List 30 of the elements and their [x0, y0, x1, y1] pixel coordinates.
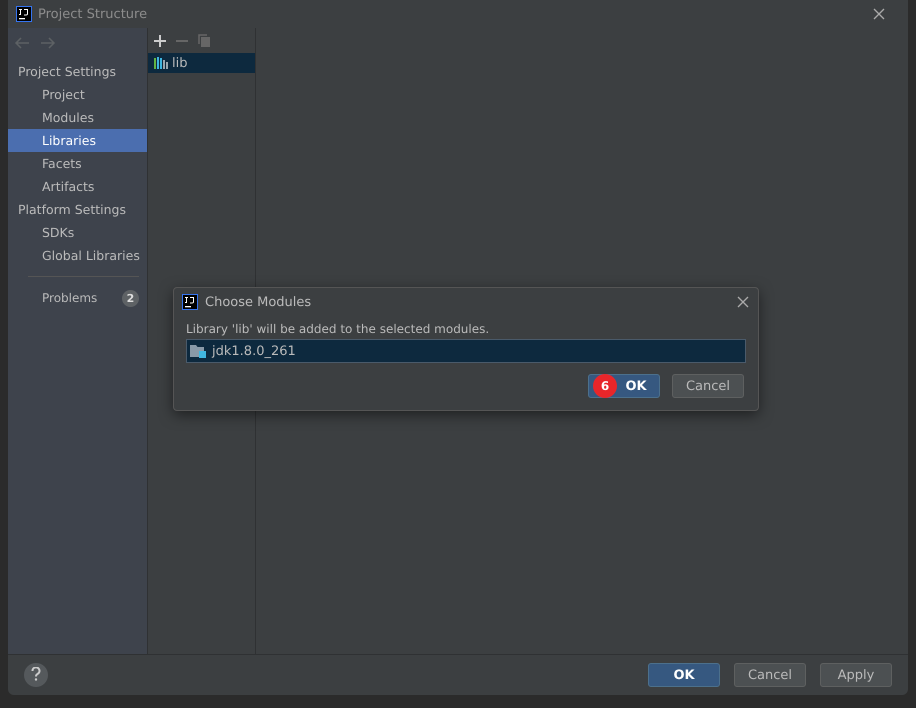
close-icon[interactable] — [872, 7, 886, 21]
sidebar-item[interactable]: Facets — [8, 152, 147, 175]
step-badge: 6 — [593, 374, 617, 398]
section-header: Platform Settings — [17, 201, 127, 219]
section-header: Project Settings — [17, 63, 118, 81]
add-icon[interactable] — [154, 34, 166, 46]
dialog-message: Library 'lib' will be added to the selected modules. — [186, 322, 490, 336]
cancel-button[interactable]: Cancel — [734, 663, 806, 687]
count-badge: 2 — [122, 290, 139, 306]
dialog-title: Choose Modules — [205, 294, 312, 310]
sidebar-item[interactable]: Libraries — [8, 129, 147, 152]
help-button[interactable] — [24, 663, 48, 687]
help-icon — [31, 666, 41, 680]
ok-button[interactable]: 6 OK — [588, 374, 660, 398]
library-icon — [154, 57, 168, 69]
ok-button[interactable]: OK — [648, 663, 720, 687]
sidebar-item[interactable]: Global Libraries — [8, 244, 147, 267]
cancel-button[interactable]: Cancel — [672, 374, 744, 398]
sidebar-item[interactable]: Problems — [42, 291, 98, 305]
close-icon[interactable] — [736, 295, 750, 309]
sidebar-item[interactable]: SDKs — [8, 221, 147, 244]
app-logo-icon — [182, 294, 198, 310]
apply-button[interactable]: Apply — [820, 663, 892, 687]
sidebar-item[interactable]: Artifacts — [8, 175, 147, 198]
sidebar-item[interactable]: Project — [8, 83, 147, 106]
app-logo-icon — [16, 6, 32, 22]
sidebar-item[interactable]: Modules — [8, 106, 147, 129]
window-title: Project Structure — [38, 6, 148, 22]
folder-icon — [190, 344, 206, 358]
library-item[interactable]: lib — [148, 53, 255, 73]
